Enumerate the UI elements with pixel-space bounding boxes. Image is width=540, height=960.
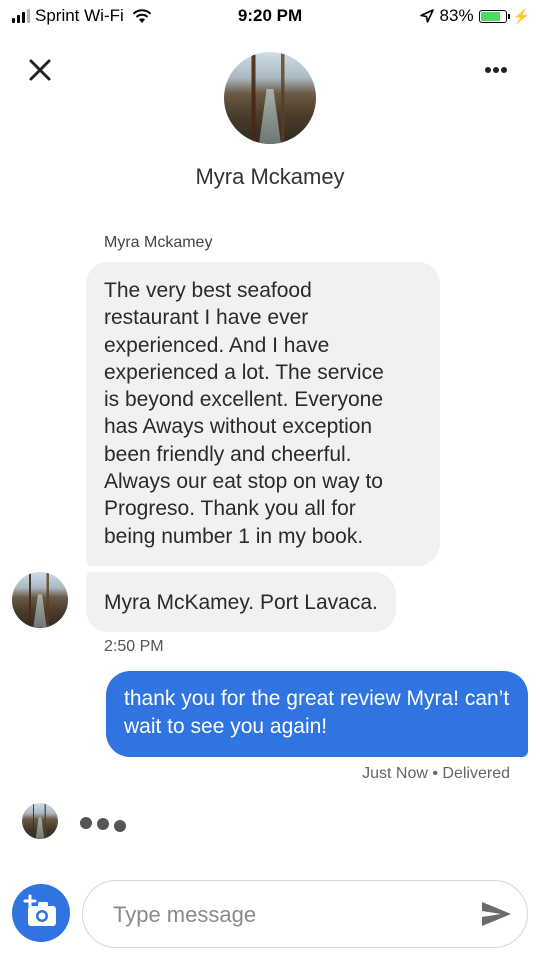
close-icon <box>29 59 51 81</box>
incoming-message-bubble: The very best seafood restaurant I have … <box>86 262 440 566</box>
battery-percent: 83% <box>439 6 474 25</box>
sender-label: Myra Mckamey <box>104 234 213 251</box>
typing-indicator <box>80 816 126 832</box>
contact-avatar[interactable] <box>224 52 316 144</box>
charging-bolt-icon: ⚡ <box>512 7 530 24</box>
send-icon <box>482 902 511 926</box>
close-button[interactable] <box>24 54 56 86</box>
battery-icon <box>478 9 507 23</box>
status-bar: Sprint Wi-Fi 9:20 PM 83% ⚡ <box>0 0 540 32</box>
status-right: 83% ⚡ <box>419 6 530 26</box>
typing-avatar-photo <box>22 803 58 839</box>
typing-avatar <box>22 803 58 839</box>
battery-fill <box>480 11 500 21</box>
battery-cap <box>507 13 510 19</box>
typing-dot <box>80 817 92 829</box>
sender-avatar[interactable] <box>12 572 68 628</box>
add-photo-icon <box>23 894 56 926</box>
typing-dot <box>97 818 109 830</box>
send-button[interactable] <box>479 897 513 931</box>
delivery-status: Just Now • Delivered <box>362 765 510 782</box>
typing-dot <box>114 820 126 832</box>
message-timestamp: 2:50 PM <box>104 638 164 655</box>
message-input[interactable] <box>111 893 465 937</box>
message-composer <box>82 880 528 948</box>
contact-name: Myra Mckamey <box>195 164 345 189</box>
more-options-button[interactable] <box>476 56 516 84</box>
outgoing-message-bubble: thank you for the great review Myra! can… <box>106 671 528 757</box>
incoming-message-bubble: Myra McKamey. Port Lavaca. <box>86 572 396 633</box>
more-options-icon <box>485 67 507 73</box>
add-photo-button[interactable] <box>12 884 70 942</box>
location-arrow-icon <box>419 9 434 23</box>
contact-photo <box>224 52 316 144</box>
sender-photo <box>12 572 68 628</box>
